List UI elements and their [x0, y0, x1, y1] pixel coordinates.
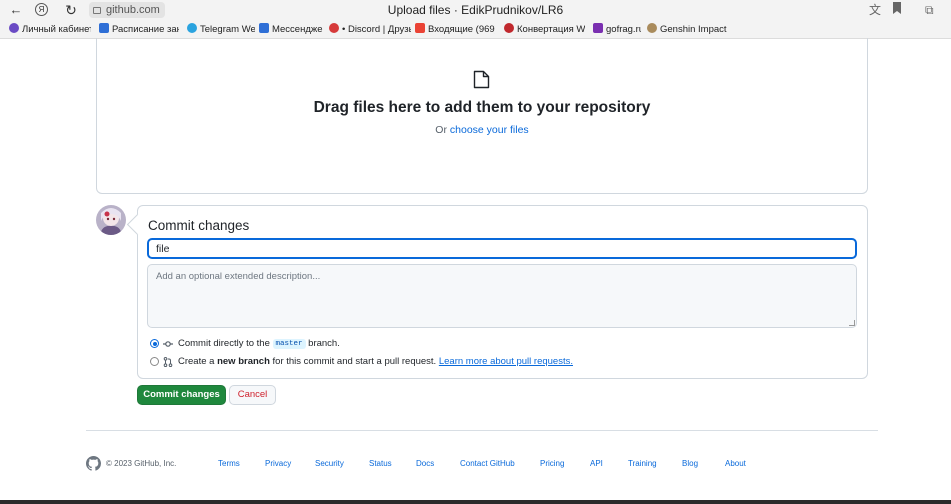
- bookmark-raspisanie[interactable]: Расписание занят: [99, 23, 179, 37]
- branch-name-chip: master: [272, 339, 306, 349]
- yandex-icon[interactable]: Я: [35, 3, 48, 16]
- file-icon: [473, 70, 490, 89]
- cancel-button[interactable]: Cancel: [229, 385, 276, 405]
- footer-link-api[interactable]: API: [590, 458, 603, 469]
- footer-link-terms[interactable]: Terms: [218, 458, 240, 469]
- commit-directly-label: Commit directly to the master branch.: [178, 338, 340, 349]
- user-icon: [9, 23, 19, 33]
- extensions-icon[interactable]: ⧉: [925, 2, 934, 18]
- github-logo-icon[interactable]: [86, 456, 101, 471]
- bookmark-genshin[interactable]: Genshin Impact In: [647, 23, 727, 37]
- discord-icon: [329, 23, 339, 33]
- bookmark-konvertaciya[interactable]: Конвертация WOR: [504, 23, 585, 37]
- genshin-icon: [647, 23, 657, 33]
- footer-link-blog[interactable]: Blog: [682, 458, 698, 469]
- bookmark-inbox[interactable]: Входящие (969) -: [415, 23, 495, 37]
- radio-commit-directly[interactable]: [150, 339, 159, 348]
- commit-heading: Commit changes: [148, 218, 250, 233]
- gofrag-icon: [593, 23, 603, 33]
- mail-icon: [415, 23, 425, 33]
- reload-icon[interactable]: ↻: [63, 2, 79, 18]
- bookmark-messenger[interactable]: Мессенджер: [259, 23, 323, 37]
- footer-link-about[interactable]: About: [725, 458, 746, 469]
- resize-grip-icon[interactable]: [849, 320, 855, 326]
- commit-summary-input[interactable]: [147, 238, 857, 259]
- heart-icon: [504, 23, 514, 33]
- telegram-icon: [187, 23, 197, 33]
- commit-description-textarea[interactable]: Add an optional extended description...: [147, 264, 857, 328]
- git-pull-request-icon: [163, 357, 173, 367]
- browser-title-bar: ← Я ↻ github.com Upload files · EdikPrud…: [0, 0, 951, 20]
- lock-icon: [93, 7, 101, 14]
- taskbar-edge: [0, 500, 951, 504]
- choose-files-link[interactable]: choose your files: [450, 124, 529, 136]
- bookmark-telegram[interactable]: Telegram Web: [187, 23, 255, 37]
- git-commit-icon: [163, 341, 173, 347]
- footer-link-status[interactable]: Status: [369, 458, 392, 469]
- cross-icon: [99, 23, 109, 33]
- footer-link-pricing[interactable]: Pricing: [540, 458, 564, 469]
- new-branch-label: Create a new branch for this commit and …: [178, 356, 573, 367]
- address-bar[interactable]: github.com: [89, 2, 165, 18]
- footer-link-security[interactable]: Security: [315, 458, 344, 469]
- learn-more-pull-requests-link[interactable]: Learn more about pull requests.: [439, 356, 573, 367]
- window-title: Upload files · EdikPrudnikov/LR6: [387, 3, 564, 17]
- footer-link-training[interactable]: Training: [628, 458, 657, 469]
- commit-changes-button[interactable]: Commit changes: [137, 385, 226, 405]
- footer-divider: [86, 430, 878, 431]
- avatar[interactable]: [96, 205, 126, 235]
- bookmark-discord[interactable]: • Discord | Друзья: [329, 23, 411, 37]
- footer-link-docs[interactable]: Docs: [416, 458, 434, 469]
- url-domain: github.com: [106, 4, 160, 16]
- messenger-icon: [259, 23, 269, 33]
- bookmarks-bar: Личный кабинет Расписание занят Telegram…: [0, 20, 951, 39]
- footer-link-contact-github[interactable]: Contact GitHub: [460, 458, 515, 469]
- bookmark-lichnyi-kabinet[interactable]: Личный кабинет: [9, 23, 91, 37]
- avatar-image: [96, 205, 126, 235]
- drop-zone-title: Drag files here to add them to your repo…: [313, 99, 651, 116]
- bookmark-icon[interactable]: [892, 2, 902, 19]
- footer-link-privacy[interactable]: Privacy: [265, 458, 291, 469]
- back-arrow-icon[interactable]: ←: [8, 2, 24, 18]
- choose-files-line: Or choose your files: [435, 124, 529, 136]
- footer-copyright: © 2023 GitHub, Inc.: [106, 459, 177, 468]
- radio-new-branch[interactable]: [150, 357, 159, 366]
- bookmark-gofrag[interactable]: gofrag.ru: [593, 23, 641, 37]
- translate-icon[interactable]: 文: [869, 2, 881, 18]
